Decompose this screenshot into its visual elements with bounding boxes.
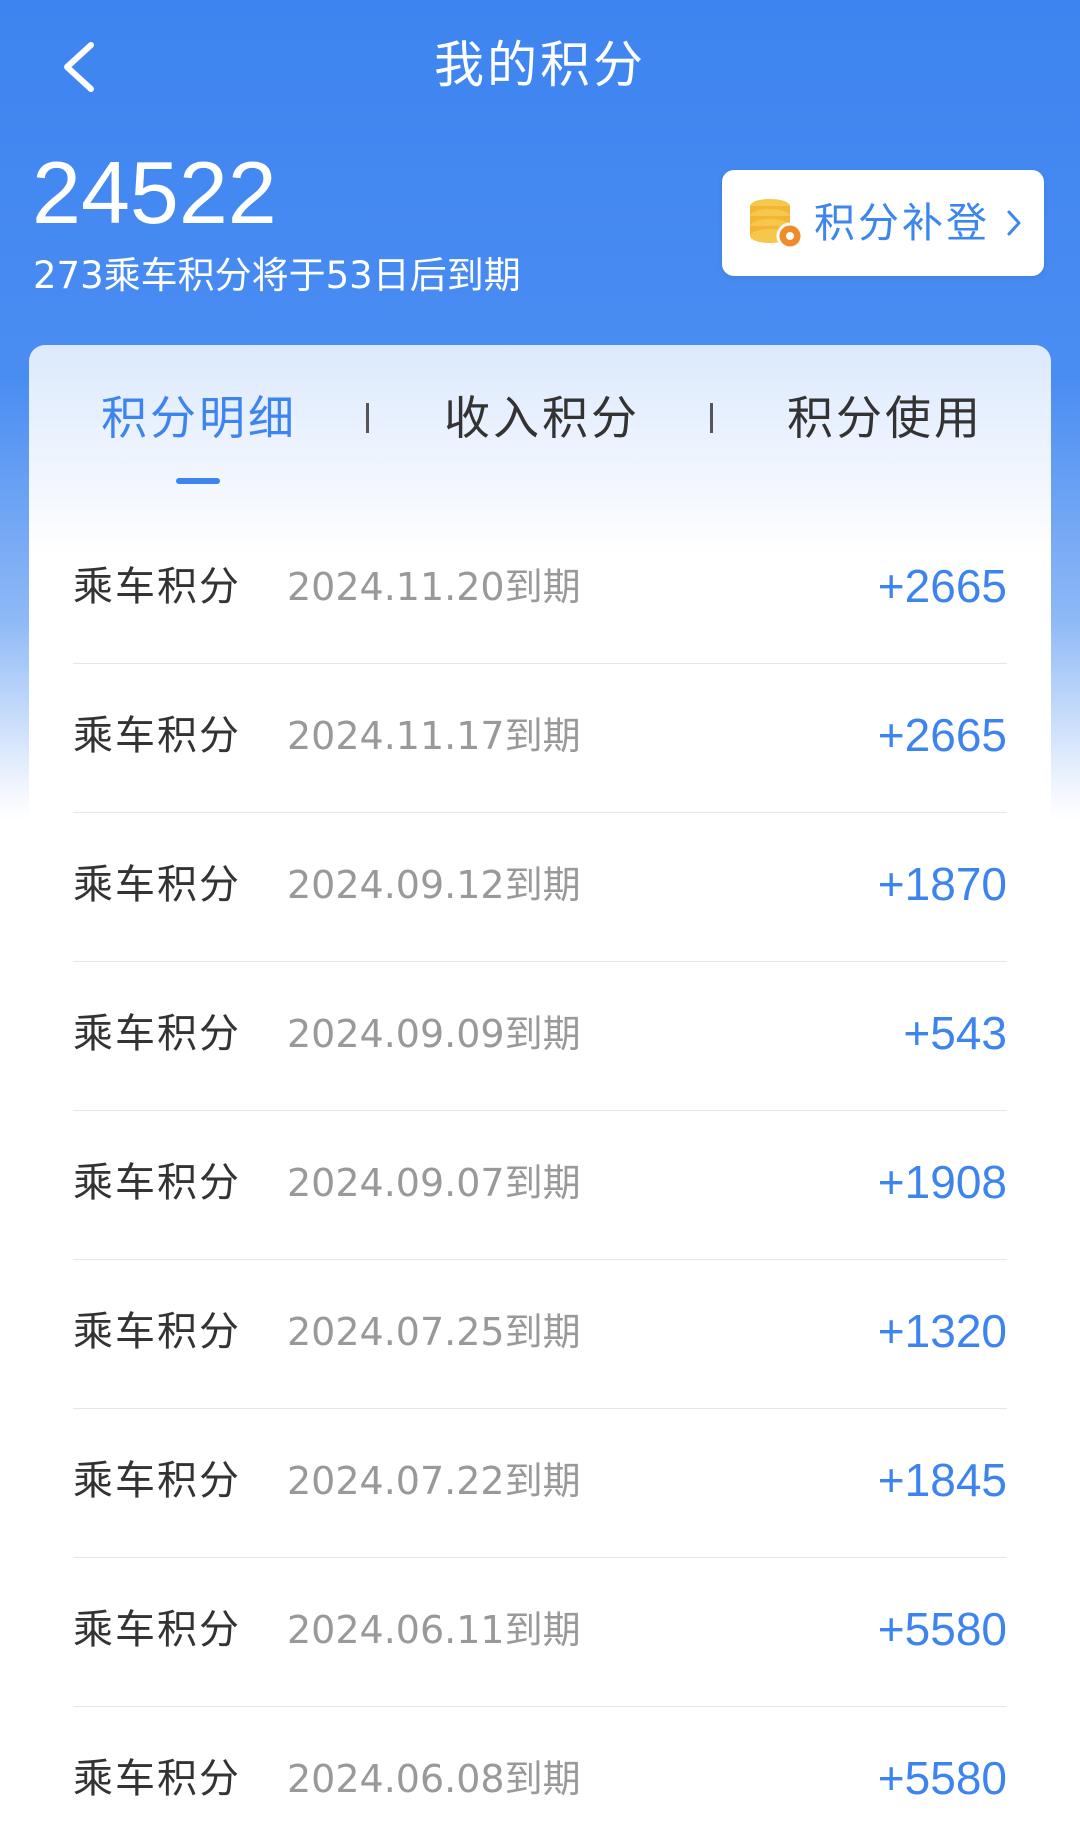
points-makeup-label: 积分补登 — [814, 199, 990, 247]
points-card: 积分明细 收入积分 积分使用 乘车积分 2024.11.20到期 +2665 乘… — [29, 345, 1051, 1828]
record-expiry-date: 2024.09.12到期 — [287, 863, 581, 907]
record-expiry-date: 2024.06.08到期 — [287, 1757, 581, 1801]
record-expiry-date: 2024.11.20到期 — [287, 565, 581, 609]
points-total: 24522 — [32, 143, 277, 242]
page-title: 我的积分 — [434, 36, 646, 94]
points-page: 我的积分 24522 273乘车积分将于53日后到期 积分补登 积分明细 收入积… — [0, 0, 1080, 1828]
tab-points-usage[interactable]: 积分使用 — [781, 383, 989, 453]
record-points: +1870 — [877, 858, 1007, 910]
record-points: +2665 — [877, 560, 1007, 612]
record-row[interactable]: 乘车积分 2024.07.22到期 +1845 — [73, 1409, 1007, 1558]
record-points: +1320 — [877, 1305, 1007, 1357]
record-points: +1908 — [877, 1156, 1007, 1208]
record-row[interactable]: 乘车积分 2024.11.17到期 +2665 — [73, 664, 1007, 813]
chevron-right-icon — [1004, 206, 1024, 240]
record-points: +5580 — [877, 1752, 1007, 1804]
record-title: 乘车积分 — [73, 1458, 241, 1504]
record-row[interactable]: 乘车积分 2024.06.08到期 +5580 — [73, 1707, 1007, 1828]
record-row[interactable]: 乘车积分 2024.09.12到期 +1870 — [73, 813, 1007, 962]
tab-points-detail[interactable]: 积分明细 — [95, 383, 303, 453]
record-expiry-date: 2024.11.17到期 — [287, 714, 581, 758]
record-row[interactable]: 乘车积分 2024.06.11到期 +5580 — [73, 1558, 1007, 1707]
active-tab-indicator — [176, 478, 220, 484]
points-makeup-button[interactable]: 积分补登 — [722, 170, 1044, 276]
record-expiry-date: 2024.09.07到期 — [287, 1161, 581, 1205]
record-title: 乘车积分 — [73, 713, 241, 759]
record-row[interactable]: 乘车积分 2024.07.25到期 +1320 — [73, 1260, 1007, 1409]
record-points: +543 — [903, 1007, 1007, 1059]
tab-income-points[interactable]: 收入积分 — [438, 383, 646, 453]
points-record-list: 乘车积分 2024.11.20到期 +2665 乘车积分 2024.11.17到… — [73, 515, 1007, 1828]
record-expiry-date: 2024.06.11到期 — [287, 1608, 581, 1652]
record-title: 乘车积分 — [73, 564, 241, 610]
tab-divider — [710, 403, 713, 433]
record-title: 乘车积分 — [73, 862, 241, 908]
record-title: 乘车积分 — [73, 1756, 241, 1802]
tab-divider — [366, 403, 369, 433]
record-expiry-date: 2024.07.22到期 — [287, 1459, 581, 1503]
record-expiry-date: 2024.09.09到期 — [287, 1012, 581, 1056]
record-points: +2665 — [877, 709, 1007, 761]
record-points: +1845 — [877, 1454, 1007, 1506]
record-title: 乘车积分 — [73, 1160, 241, 1206]
coin-stack-icon — [748, 196, 804, 250]
record-row[interactable]: 乘车积分 2024.09.07到期 +1908 — [73, 1111, 1007, 1260]
expire-note: 273乘车积分将于53日后到期 — [33, 254, 521, 297]
record-title: 乘车积分 — [73, 1309, 241, 1355]
record-title: 乘车积分 — [73, 1011, 241, 1057]
record-expiry-date: 2024.07.25到期 — [287, 1310, 581, 1354]
record-title: 乘车积分 — [73, 1607, 241, 1653]
record-points: +5580 — [877, 1603, 1007, 1655]
record-row[interactable]: 乘车积分 2024.09.09到期 +543 — [73, 962, 1007, 1111]
record-row[interactable]: 乘车积分 2024.11.20到期 +2665 — [73, 515, 1007, 664]
